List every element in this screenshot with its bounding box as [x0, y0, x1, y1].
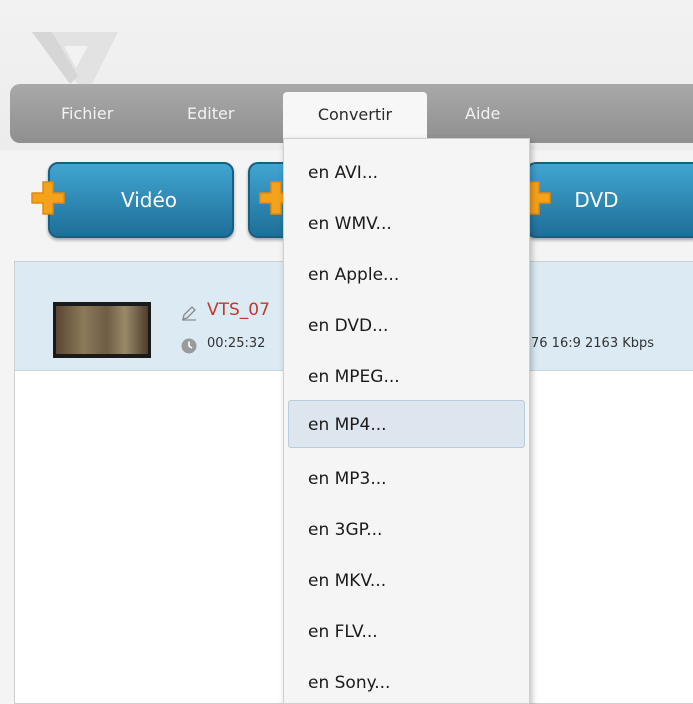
menu-item-mpeg[interactable]: en MPEG... [284, 353, 529, 401]
menu-item-mp4[interactable]: en MP4... [288, 400, 525, 448]
menu-item-apple[interactable]: en Apple... [284, 251, 529, 299]
plus-icon [31, 181, 65, 215]
menu-item-mkv[interactable]: en MKV... [284, 557, 529, 605]
pencil-icon[interactable] [181, 305, 197, 321]
menu-aide[interactable]: Aide [465, 84, 500, 143]
convertir-dropdown-menu: en AVI... en WMV... en Apple... en DVD..… [283, 138, 530, 704]
menu-item-flv[interactable]: en FLV... [284, 608, 529, 656]
app-logo-icon [32, 32, 118, 84]
file-name[interactable]: VTS_07 [207, 300, 270, 320]
video-thumbnail [53, 302, 151, 358]
file-duration: 00:25:32 [207, 336, 266, 351]
menu-item-avi[interactable]: en AVI... [284, 149, 529, 197]
menu-bar: Fichier Editer Convertir Aide [10, 84, 693, 143]
clock-icon [181, 338, 197, 354]
file-specs: 76 16:9 2163 Kbps [531, 336, 655, 351]
add-video-button[interactable]: Vidéo [48, 162, 234, 238]
menu-item-3gp[interactable]: en 3GP... [284, 506, 529, 554]
menu-editer[interactable]: Editer [187, 84, 234, 143]
menu-fichier[interactable]: Fichier [61, 84, 113, 143]
menu-item-wmv[interactable]: en WMV... [284, 200, 529, 248]
menu-item-dvd[interactable]: en DVD... [284, 302, 529, 350]
menu-item-mp3[interactable]: en MP3... [284, 455, 529, 503]
thumbnail-image [56, 306, 148, 354]
menu-convertir[interactable]: Convertir [283, 92, 427, 138]
add-video-label: Vidéo [120, 188, 178, 212]
add-dvd-label: DVD [574, 188, 619, 212]
menu-item-sony[interactable]: en Sony... [284, 659, 529, 703]
